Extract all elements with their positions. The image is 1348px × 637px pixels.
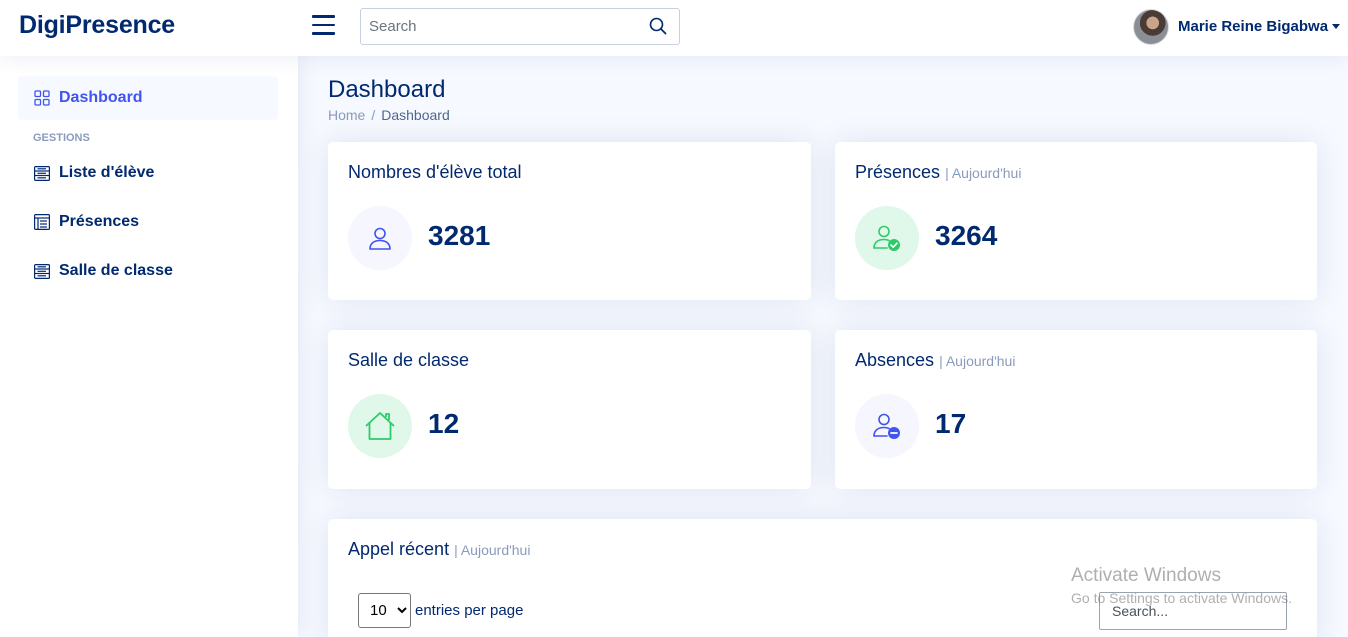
table-search-input[interactable] — [1100, 593, 1286, 629]
card-title: Absences | Aujourd'hui — [855, 350, 1015, 371]
hamburger-line — [312, 15, 335, 18]
card-subtitle: | Aujourd'hui — [454, 542, 531, 558]
entries-per-page-label: entries per page — [415, 602, 524, 619]
breadcrumb-separator: / — [371, 107, 376, 123]
list-icon — [33, 262, 51, 280]
card-value: 17 — [935, 408, 967, 439]
search-icon[interactable] — [649, 17, 669, 37]
caret-down-icon — [1332, 24, 1341, 29]
user-minus-icon — [855, 394, 919, 458]
sidebar-item-liste-eleve[interactable]: Liste d'élève — [18, 151, 278, 195]
entries-per-page: 10 entries per page — [358, 593, 523, 628]
card-title-text: Salle de classe — [348, 350, 470, 370]
card-value: 12 — [428, 408, 460, 439]
sidebar: Dashboard GESTIONS Liste d'élève Présenc… — [0, 56, 298, 637]
card-title: Appel récent | Aujourd'hui — [348, 539, 530, 560]
card-recent-calls: Appel récent | Aujourd'hui 10 entries pe… — [328, 519, 1317, 637]
sidebar-toggle-button[interactable] — [312, 15, 336, 37]
card-absences: Absences | Aujourd'hui 17 — [835, 330, 1317, 489]
app-logo[interactable]: DigiPresence — [19, 11, 175, 40]
card-classrooms: Salle de classe 12 — [328, 330, 811, 489]
avatar — [1133, 8, 1169, 45]
profile-name: Marie Reine Bigabwa — [1178, 18, 1329, 35]
card-value: 3264 — [935, 220, 998, 251]
card-title-text: Présences — [855, 162, 941, 182]
hamburger-line — [312, 23, 335, 26]
clipboard-icon — [33, 213, 51, 231]
sidebar-item-label: Dashboard — [59, 89, 143, 106]
card-title: Présences | Aujourd'hui — [855, 162, 1021, 183]
breadcrumb-current: Dashboard — [381, 107, 450, 123]
card-title: Nombres d'élève total — [348, 162, 522, 183]
card-title: Salle de classe — [348, 350, 469, 371]
list-icon — [33, 164, 51, 182]
sidebar-item-label: Présences — [59, 213, 140, 230]
header-search-form — [360, 8, 680, 45]
card-students-total: Nombres d'élève total 3281 — [328, 142, 811, 300]
card-title-text: Appel récent — [348, 539, 450, 559]
grid-icon — [33, 89, 51, 107]
sidebar-item-label: Salle de classe — [59, 262, 173, 279]
breadcrumb-home-link[interactable]: Home — [328, 107, 365, 123]
card-subtitle: | Aujourd'hui — [945, 165, 1022, 181]
card-value: 3281 — [428, 220, 491, 251]
sidebar-item-salle-de-classe[interactable]: Salle de classe — [18, 249, 278, 293]
card-subtitle: | Aujourd'hui — [939, 353, 1016, 369]
breadcrumb: Home / Dashboard — [328, 107, 450, 123]
house-icon — [348, 394, 412, 458]
card-presences: Présences | Aujourd'hui 3264 — [835, 142, 1317, 300]
sidebar-item-label: Liste d'élève — [59, 164, 155, 181]
user-check-icon — [855, 206, 919, 270]
sidebar-item-dashboard[interactable]: Dashboard — [18, 76, 278, 120]
hamburger-line — [312, 32, 335, 35]
sidebar-section-heading: GESTIONS — [33, 132, 90, 144]
user-icon — [348, 206, 412, 270]
entries-per-page-select[interactable]: 10 — [358, 593, 411, 628]
card-title-text: Absences — [855, 350, 935, 370]
header-search-input[interactable] — [361, 9, 641, 44]
page-title: Dashboard — [328, 76, 446, 103]
profile-dropdown[interactable]: Marie Reine Bigabwa — [1133, 8, 1341, 45]
card-title-text: Nombres d'élève total — [348, 162, 522, 182]
top-header: DigiPresence Marie Reine Bigabwa — [0, 0, 1348, 56]
table-search — [1099, 592, 1287, 630]
sidebar-item-presences[interactable]: Présences — [18, 200, 278, 244]
